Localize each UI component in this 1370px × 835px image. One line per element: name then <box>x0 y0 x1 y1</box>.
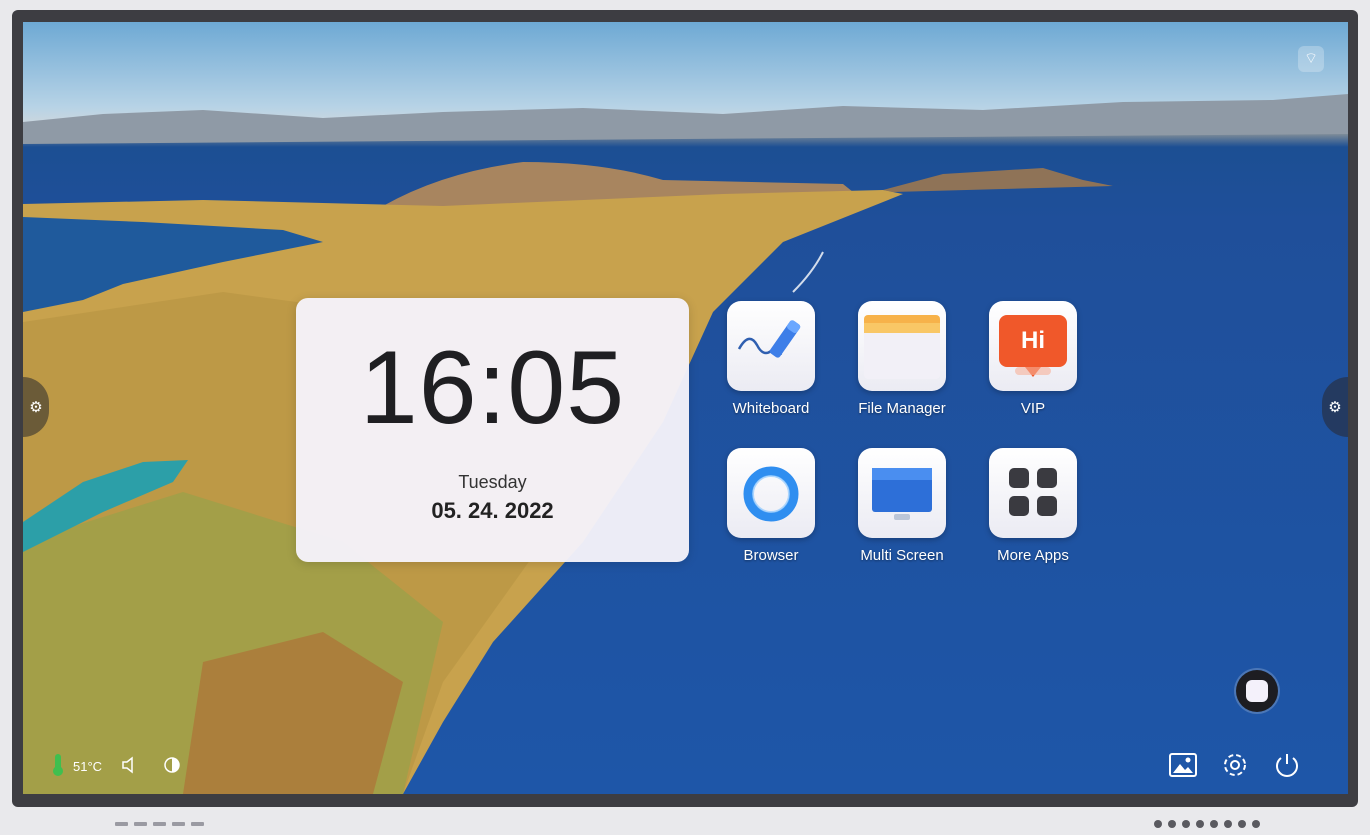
bezel-port <box>1196 820 1204 828</box>
bezel-port <box>1168 820 1176 828</box>
vip-badge-text: Hi <box>1021 327 1045 354</box>
bezel-port <box>1210 820 1218 828</box>
app-label: Multi Screen <box>860 547 944 564</box>
hi-chat-icon: Hi <box>989 301 1077 391</box>
thermometer-icon <box>51 753 65 780</box>
clock-widget[interactable]: 16:05 Tuesday 05. 24. 2022 <box>296 298 689 562</box>
square-icon <box>1246 680 1268 702</box>
bezel-port <box>1224 820 1232 828</box>
browser-ring-icon <box>727 448 815 538</box>
bezel-port <box>1238 820 1246 828</box>
gear-icon: ⚙ <box>29 399 43 416</box>
app-browser[interactable]: Browser <box>711 448 831 564</box>
wifi-icon[interactable]: ⌔ <box>1298 46 1324 72</box>
app-label: More Apps <box>997 547 1069 564</box>
gear-icon: ⚙ <box>1328 399 1342 416</box>
bezel-ports <box>1154 820 1260 828</box>
bezel-button[interactable] <box>153 822 166 826</box>
clock-day: Tuesday <box>458 472 527 492</box>
app-whiteboard[interactable]: Whiteboard <box>711 301 831 417</box>
app-grid-icon <box>989 448 1077 538</box>
clock-time: 16:05 <box>359 330 626 446</box>
home-screen: ⌔ ⚙ ⚙ 16:05 Tuesday 05. 24. 2022 Whitebo… <box>23 22 1348 794</box>
folder-icon <box>858 301 946 391</box>
wallpaper-icon[interactable] <box>1168 750 1198 780</box>
app-label: Whiteboard <box>732 400 810 417</box>
status-bar: 51°C <box>51 752 192 780</box>
power-icon[interactable] <box>1272 750 1302 780</box>
bezel-front-buttons <box>115 822 204 826</box>
app-vip[interactable]: Hi VIP <box>973 301 1093 417</box>
floating-menu-button[interactable] <box>1236 670 1278 712</box>
brightness-icon[interactable] <box>160 753 184 780</box>
temperature-readout: 51°C <box>73 758 103 774</box>
app-file-manager[interactable]: File Manager <box>842 301 962 417</box>
bezel-button[interactable] <box>191 822 204 826</box>
bezel-button[interactable] <box>134 822 147 826</box>
monitor-icon <box>858 448 946 538</box>
app-label: File Manager <box>858 400 946 417</box>
bezel-port <box>1182 820 1190 828</box>
system-shortcuts <box>1168 750 1302 780</box>
app-label: VIP <box>1020 400 1046 417</box>
volume-icon[interactable] <box>120 754 142 779</box>
settings-icon[interactable] <box>1220 750 1250 780</box>
bezel-button[interactable] <box>115 822 128 826</box>
whiteboard-icon <box>727 301 815 391</box>
app-more-apps[interactable]: More Apps <box>973 448 1093 564</box>
bezel-port <box>1252 820 1260 828</box>
clock-date: 05. 24. 2022 <box>431 498 554 523</box>
bezel-button[interactable] <box>172 822 185 826</box>
app-multi-screen[interactable]: Multi Screen <box>842 448 962 564</box>
app-label: Browser <box>743 547 799 564</box>
bezel-port <box>1154 820 1162 828</box>
